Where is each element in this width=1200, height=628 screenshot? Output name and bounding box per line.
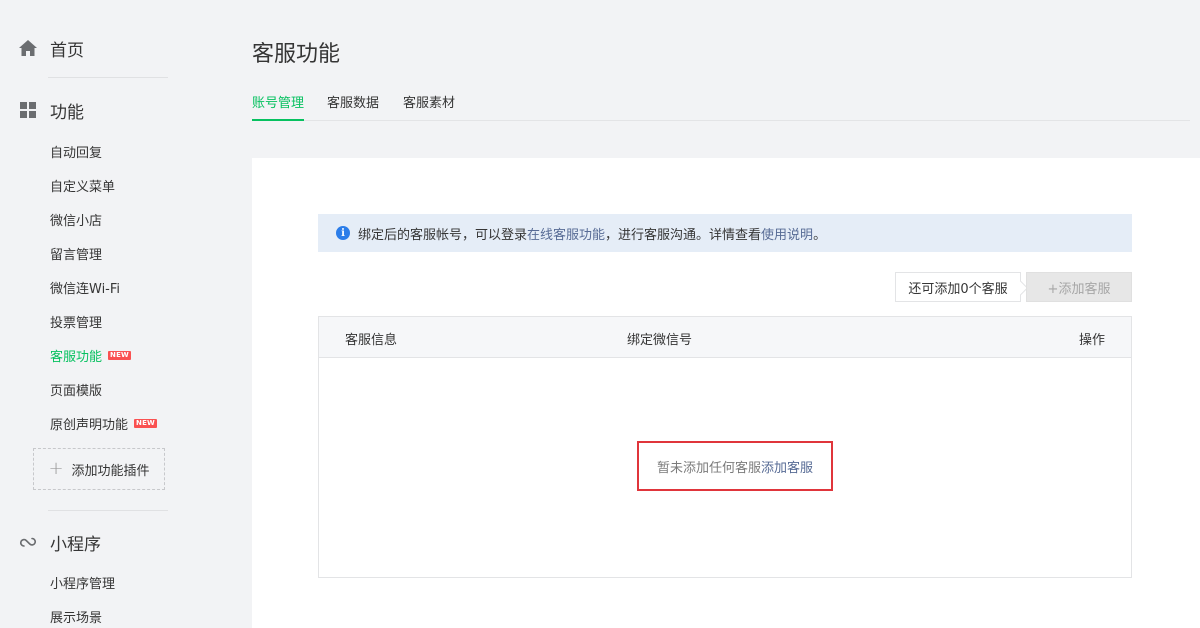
sidebar-item-label: 原创声明功能 [50,417,129,433]
sidebar-item-customer-service[interactable]: 客服功能 NEW [50,345,131,365]
sidebar-item-original-declaration[interactable]: 原创声明功能 NEW [50,413,157,433]
tab-account-management[interactable]: 账号管理 [252,92,305,121]
online-service-link[interactable]: 在线客服功能 [527,224,605,243]
tab-bar: 账号管理 客服数据 客服素材 [252,88,1190,121]
empty-state: 暂未添加任何客服 添加客服 [637,441,833,491]
sidebar-item-label: 小程序管理 [50,576,116,592]
table-header: 客服信息 绑定微信号 操作 [319,317,1131,358]
content-card: i 绑定后的客服帐号，可以登录 在线客服功能 ，进行客服沟通。详情查看 使用说明… [252,158,1200,628]
quota-tooltip: 还可添加0个客服 [895,272,1021,302]
new-badge: NEW [108,350,131,360]
nav-home[interactable]: 首页 [18,34,84,62]
home-icon [18,38,38,58]
section-features-title: 功能 [50,102,84,123]
notice-text: 绑定后的客服帐号，可以登录 [358,227,528,243]
tab-service-data[interactable]: 客服数据 [327,92,379,119]
sidebar-item-wifi[interactable]: 微信连Wi-Fi [50,277,120,297]
sidebar-item-label: 自动回复 [50,145,103,161]
nav-home-label: 首页 [50,40,84,61]
service-table: 客服信息 绑定微信号 操作 暂未添加任何客服 添加客服 [318,316,1132,578]
page-title: 客服功能 [252,42,341,67]
sidebar: 首页 功能 自动回复 自定义菜单 微信小店 留言管理 微信连Wi-Fi 投票管理… [0,0,190,626]
main-content: 客服功能 账号管理 客服数据 客服素材 i 绑定后的客服帐号，可以登录 在线客服… [190,0,1200,628]
sidebar-item-display-scenes[interactable]: 展示场景 [50,606,102,626]
section-miniprogram-title: 小程序 [50,534,101,555]
grid-icon [18,100,38,120]
sidebar-item-comments[interactable]: 留言管理 [50,243,102,263]
new-badge: NEW [134,418,157,428]
sidebar-item-miniprogram-manage[interactable]: 小程序管理 [50,572,115,592]
column-header-wechat-id: 绑定微信号 [627,333,693,348]
section-features: 功能 [18,97,84,123]
section-miniprogram: 小程序 [18,529,101,555]
info-icon: i [336,226,350,240]
info-notice: i 绑定后的客服帐号，可以登录 在线客服功能 ，进行客服沟通。详情查看 使用说明… [318,214,1132,252]
notice-text: 。 [813,227,827,243]
sidebar-item-label: 投票管理 [50,315,103,331]
column-header-actions: 操作 [1078,333,1105,348]
sidebar-item-label: 微信小店 [50,213,103,229]
empty-state-text: 暂未添加任何客服 [656,460,761,476]
add-plugin-button[interactable]: + 添加功能插件 [33,448,165,490]
sidebar-divider [48,510,168,511]
empty-add-service-link[interactable]: 添加客服 [761,457,813,476]
sidebar-item-custom-menu[interactable]: 自定义菜单 [50,175,115,195]
sidebar-item-label: 留言管理 [50,247,103,263]
usage-guide-link[interactable]: 使用说明 [761,224,813,243]
sidebar-divider [48,77,168,78]
column-header-info: 客服信息 [345,333,398,348]
sidebar-item-label: 页面模版 [50,383,103,399]
plus-icon: + [48,458,64,479]
sidebar-item-wechat-store[interactable]: 微信小店 [50,209,102,229]
sidebar-item-label: 自定义菜单 [50,179,116,195]
sidebar-item-label: 客服功能 [50,349,103,365]
sidebar-item-voting[interactable]: 投票管理 [50,311,102,331]
link-icon [18,532,38,552]
notice-text: ，进行客服沟通。详情查看 [605,227,762,243]
sidebar-item-page-template[interactable]: 页面模版 [50,379,102,399]
add-plugin-label: 添加功能插件 [71,463,150,479]
sidebar-item-label: 微信连Wi-Fi [50,281,121,297]
sidebar-item-auto-reply[interactable]: 自动回复 [50,141,102,161]
tab-service-materials[interactable]: 客服素材 [403,92,455,119]
add-service-button[interactable]: +添加客服 [1026,272,1132,302]
sidebar-item-label: 展示场景 [50,610,103,626]
